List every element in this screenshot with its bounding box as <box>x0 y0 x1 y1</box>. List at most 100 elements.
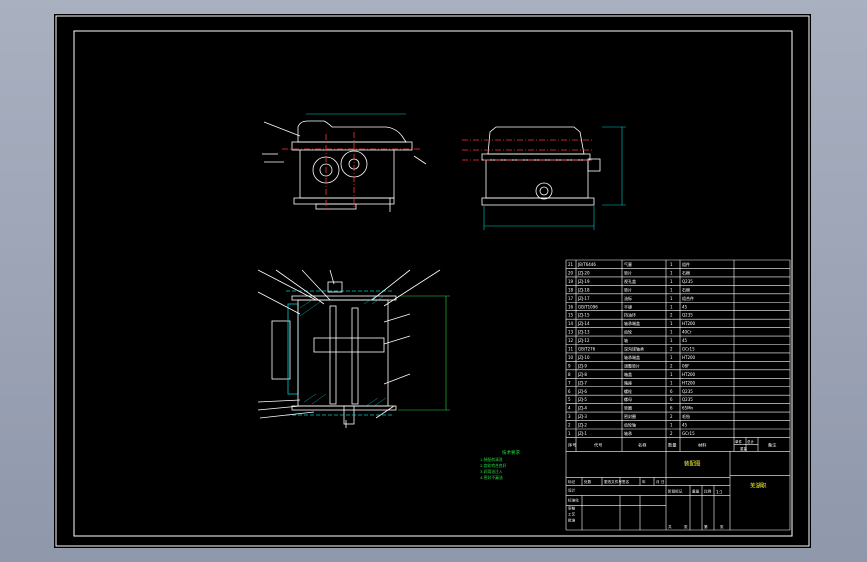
bom-cell-code: JZJ-18 <box>577 287 590 292</box>
bom-cell-code: JZJ-2 <box>577 423 587 428</box>
bom-cell-code: JZJ-1 <box>577 431 587 436</box>
bom-cell-qty: 1 <box>670 372 673 377</box>
header-code: 代号 <box>594 441 602 448</box>
table-row: 4 JZJ-4 垫圈 6 65Mn <box>568 405 694 411</box>
bom-cell-name: 轴承端盖 <box>624 320 640 326</box>
bom-cell-qty: 1 <box>670 355 673 360</box>
cad-viewport: 21 JB/T6446 气塞 1 组件 20 JZJ-20 垫片 1 石棉 19 JZJ-19 视孔盖 1… <box>0 0 867 562</box>
table-row: 15 JZJ-15 挡油环 2 Q235 <box>568 312 693 318</box>
table-row: 2 JZJ-2 齿轮轴 1 45 <box>568 422 688 428</box>
bom-cell-no: 7 <box>568 380 571 385</box>
header-weight: 重量 <box>740 446 748 451</box>
bom-cell-qty: 1 <box>670 380 673 385</box>
bom-cell-code: JZJ-4 <box>577 406 587 411</box>
bom-cell-name: 轴 <box>624 337 628 343</box>
bom-cell-name: 垫片 <box>624 286 632 292</box>
bom-cell-code: GB/T1096 <box>578 304 598 309</box>
drawing-name: 装配图 <box>684 459 701 467</box>
table-row: 12 JZJ-12 轴 1 45 <box>568 337 688 343</box>
sheet-count-label: 张 <box>684 524 688 529</box>
revision-header: 年 <box>642 479 646 484</box>
bom-cell-qty: 2 <box>670 363 673 368</box>
header-material: 材料 <box>698 441 707 448</box>
table-row: 17 JZJ-17 油标 1 组合件 <box>568 295 694 301</box>
top-section-view <box>257 269 450 428</box>
bom-cell-no: 1 <box>568 431 571 436</box>
bom-cell-no: 18 <box>568 287 574 292</box>
bom-cell-code: JZJ-9 <box>577 363 587 368</box>
bom-cell-name: 螺母 <box>624 396 632 402</box>
bom-cell-qty: 1 <box>670 304 673 309</box>
notes-line: 3.润滑油注入 <box>480 469 503 474</box>
bom-cell-no: 6 <box>568 389 571 394</box>
table-row: 9 JZJ-9 调整垫片 2 08F <box>568 362 690 368</box>
bom-cell-material: 40Cr <box>682 330 692 335</box>
bom-cell-no: 15 <box>568 313 574 318</box>
bom-cell-qty: 6 <box>670 389 673 394</box>
bom-cell-no: 12 <box>568 338 574 343</box>
bom-cell-qty: 1 <box>670 287 673 292</box>
bom-cell-code: JZJ-19 <box>577 279 590 284</box>
bom-cell-material: 65Mn <box>682 406 694 411</box>
bom-table: 21 JB/T6446 气塞 1 组件20 JZJ-20 垫片 1 石棉19 JZJ-19 视孔盖 1… <box>568 261 696 436</box>
bom-cell-qty: 1 <box>670 279 673 284</box>
bom-cell-name: 齿轮 <box>624 329 632 335</box>
table-row: 8 JZJ-8 箱盖 1 HT200 <box>568 371 696 377</box>
bom-cell-name: 螺栓 <box>624 388 632 394</box>
bom-cell-qty: 1 <box>670 330 673 335</box>
bom-cell-material: HT200 <box>682 380 696 385</box>
bom-cell-code: JZJ-8 <box>577 372 587 377</box>
sheet-count-label: 第 <box>704 524 708 529</box>
bom-cell-material: 组件 <box>682 261 690 267</box>
bom-cell-material: GCr15 <box>682 347 695 352</box>
bom-cell-name: 箱座 <box>624 379 632 385</box>
bom-cell-name: 轴承端盖 <box>624 354 640 360</box>
bom-cell-name: 挡油环 <box>624 312 636 318</box>
bom-cell-code: JZJ-12 <box>577 338 590 343</box>
bom-cell-code: JZJ-10 <box>577 355 590 360</box>
table-row: 10 JZJ-10 轴承端盖 1 HT200 <box>568 354 696 360</box>
scale-value: 1:1 <box>716 489 723 494</box>
bom-cell-material: HT200 <box>682 372 696 377</box>
technical-notes: 技术要求 1.装配前清洗 2.齿轮啮合良好 3.润滑油注入 4.密封不漏油 <box>480 449 520 480</box>
bom-cell-code: GB/T276 <box>578 347 596 352</box>
table-row: 6 JZJ-6 螺栓 6 Q235 <box>568 388 693 394</box>
bom-cell-material: 45 <box>682 423 688 428</box>
bom-cell-material: 08F <box>682 363 690 368</box>
bom-cell-no: 20 <box>568 270 574 275</box>
scale-label: 比例 <box>704 488 712 493</box>
table-row: 7 JZJ-7 箱座 1 HT200 <box>568 379 696 385</box>
front-view <box>262 113 427 212</box>
bom-cell-qty: 1 <box>670 423 673 428</box>
bom-cell-qty: 2 <box>670 347 673 352</box>
drawing-sheet: 21 JB/T6446 气塞 1 组件 20 JZJ-20 垫片 1 石棉 19 JZJ-19 视孔盖 1… <box>54 14 811 548</box>
table-row: 11 GB/T276 深沟球轴承 2 GCr15 <box>568 346 695 352</box>
table-row: 1 JZJ-1 轴承 2 GCr15 <box>568 430 695 436</box>
bom-cell-name: 油标 <box>624 295 632 301</box>
revision-header: 处数 <box>584 479 592 484</box>
bom-cell-qty: 2 <box>670 431 673 436</box>
sheet-count-label: 张 <box>720 524 724 529</box>
bom-cell-qty: 1 <box>670 321 673 326</box>
bom-cell-material: GCr15 <box>682 431 695 436</box>
bom-cell-material: 石棉 <box>682 286 690 292</box>
bom-cell-qty: 2 <box>670 414 673 419</box>
bom-cell-code: JZJ-5 <box>577 397 587 402</box>
bom-cell-code: JZJ-15 <box>577 313 590 318</box>
notes-line: 2.齿轮啮合良好 <box>480 463 507 468</box>
bom-cell-code: JZJ-14 <box>577 321 590 326</box>
table-row: 3 JZJ-3 密封圈 2 毛毡 <box>568 413 690 419</box>
bom-cell-no: 2 <box>568 423 571 428</box>
signoff-label: 工艺 <box>568 511 576 516</box>
bom-cell-no: 4 <box>568 406 571 411</box>
header-remark: 备注 <box>768 441 777 448</box>
bom-cell-material: Q235 <box>682 389 693 394</box>
bom-cell-no: 10 <box>568 355 574 360</box>
bom-cell-code: JZJ-13 <box>577 330 590 335</box>
bom-cell-no: 19 <box>568 279 574 284</box>
revision-header: 月 <box>656 479 660 484</box>
bom-cell-no: 17 <box>568 296 574 301</box>
bom-cell-name: 调整垫片 <box>624 362 640 368</box>
bom-cell-qty: 1 <box>670 296 673 301</box>
table-row: 18 JZJ-18 垫片 1 石棉 <box>568 286 690 292</box>
